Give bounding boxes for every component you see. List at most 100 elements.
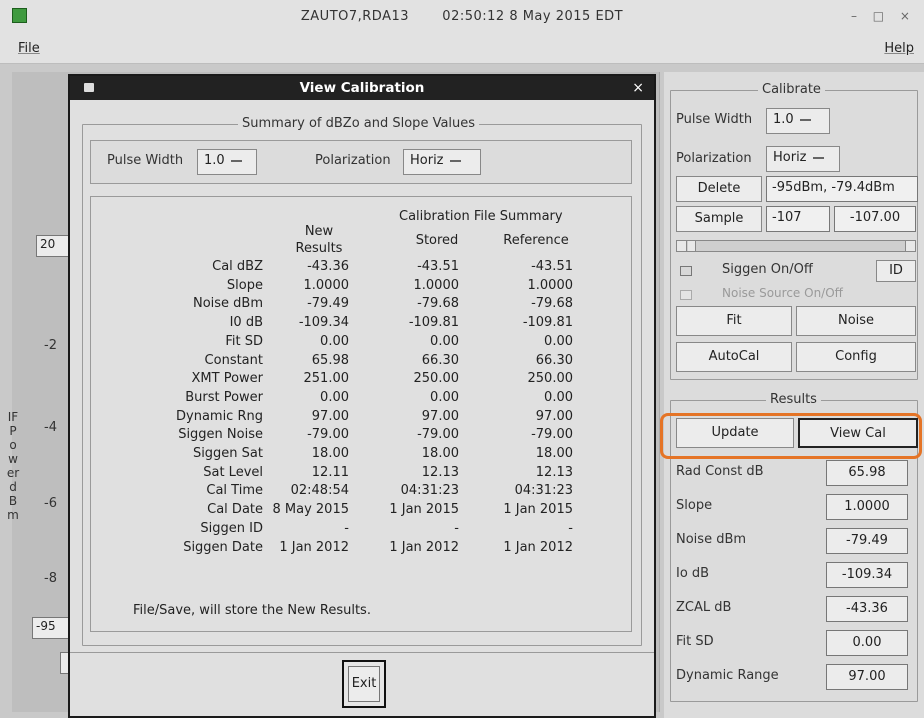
footer-note: File/Save, will store the New Results. (133, 603, 371, 618)
summary-header: Calibration File Summary (399, 209, 563, 224)
result-value: 1.0000 (826, 494, 908, 520)
row-stored-value: -109.81 (408, 315, 459, 331)
pulse-width-value: 1.0 (204, 153, 225, 168)
delete-button[interactable]: Delete (676, 176, 762, 202)
siggen-label: Siggen On/Off (722, 262, 813, 277)
row-new-value: 1.0000 (303, 277, 350, 293)
close-icon[interactable]: × (632, 80, 644, 96)
polarization-dropdown[interactable]: Horiz (403, 149, 481, 175)
result-label: Dynamic Range (676, 668, 779, 683)
row-new-value: -43.36 (307, 259, 349, 274)
sample-scrollbar[interactable] (676, 240, 916, 252)
menu-help[interactable]: Help (884, 41, 914, 56)
row-new-value: - (344, 520, 349, 536)
autocal-button[interactable]: AutoCal (676, 342, 792, 372)
cal-pulse-width-label: Pulse Width (676, 112, 753, 127)
cal-pulse-width-value: 1.0 (773, 112, 794, 127)
dialog-titlebar: View Calibration × (70, 76, 654, 100)
result-label: ZCAL dB (676, 600, 732, 615)
row-reference-value: 0.00 (544, 333, 573, 349)
row-reference-value: 12.13 (535, 464, 573, 480)
summary-group-label: Summary of dBZo and Slope Values (238, 116, 480, 131)
row-reference-value: - (568, 520, 573, 536)
cal-polarization-value: Horiz (773, 150, 807, 165)
sample-result-field[interactable]: -107.00 (834, 206, 916, 232)
result-value: 97.00 (826, 664, 908, 690)
exit-button-frame: Exit (342, 660, 386, 708)
dialog-separator (70, 652, 654, 653)
y-tick: -6 (44, 496, 57, 511)
row-label: I0 dB (229, 315, 263, 331)
row-new-value: 65.98 (311, 352, 349, 368)
row-label: Siggen ID (200, 520, 263, 536)
cal-polarization-dropdown[interactable]: Horiz (766, 146, 840, 172)
noise-source-label: Noise Source On/Off (722, 286, 843, 300)
row-stored-value: 12.13 (421, 464, 459, 480)
result-value: -109.34 (826, 562, 908, 588)
scroll-right-arrow-icon[interactable] (905, 241, 915, 251)
col-stored: Stored (415, 233, 459, 248)
results-group-label: Results (766, 392, 821, 407)
calibrate-group-label: Calibrate (758, 82, 825, 97)
buttons-highlight-outline (660, 413, 922, 459)
cal-polarization-label: Polarization (676, 151, 752, 166)
row-reference-value: 18.00 (535, 446, 573, 461)
window-title-name: ZAUTO7,RDA13 (300, 9, 410, 24)
row-label: Siggen Date (183, 539, 263, 555)
row-stored-value: 04:31:23 (400, 483, 459, 499)
y-axis-label: IF Power dBm (6, 410, 20, 522)
row-reference-value: 97.00 (535, 408, 573, 424)
y-tick: -2 (44, 338, 57, 353)
selector-panel: Pulse Width 1.0 Polarization Horiz (90, 140, 632, 184)
row-reference-value: -79.68 (531, 296, 573, 312)
row-reference-value: 0.00 (544, 389, 573, 405)
config-button[interactable]: Config (796, 342, 916, 372)
window-controls[interactable]: – □ × (851, 9, 916, 23)
cal-pulse-width-dropdown[interactable]: 1.0 (766, 108, 830, 134)
pulse-width-dropdown[interactable]: 1.0 (197, 149, 257, 175)
delete-value-field[interactable]: -95dBm, -79.4dBm (766, 176, 918, 202)
window-clock: 02:50:12 8 May 2015 EDT (442, 9, 624, 24)
sample-button[interactable]: Sample (676, 206, 762, 232)
result-value: 0.00 (826, 630, 908, 656)
row-new-value: -79.00 (307, 427, 349, 443)
row-reference-value: 04:31:23 (514, 483, 573, 499)
scroll-thumb[interactable] (688, 241, 696, 251)
row-stored-value: 97.00 (421, 408, 459, 424)
row-label: Dynamic Rng (176, 408, 263, 424)
siggen-checkbox[interactable] (680, 266, 692, 276)
dialog-title: View Calibration (299, 80, 425, 96)
row-label: Burst Power (185, 389, 263, 405)
row-new-value: -79.49 (307, 296, 349, 312)
row-new-value: 0.00 (320, 333, 349, 349)
scroll-left-arrow-icon[interactable] (677, 241, 687, 251)
result-label: Noise dBm (676, 532, 747, 547)
result-value: -79.49 (826, 528, 908, 554)
calibration-table: Calibration File Summary New Results Sto… (90, 196, 632, 632)
row-new-value: 12.11 (311, 464, 349, 480)
row-label: Cal dBZ (212, 259, 263, 274)
row-label: Sat Level (203, 464, 263, 480)
row-label: Noise dBm (192, 296, 263, 312)
exit-button[interactable]: Exit (348, 666, 380, 702)
row-stored-value: 1.0000 (413, 277, 460, 293)
row-label: Cal Time (206, 483, 263, 499)
row-new-value: 8 May 2015 (272, 502, 350, 518)
fit-button[interactable]: Fit (676, 306, 792, 336)
row-label: Fit SD (225, 333, 263, 349)
row-stored-value: 1 Jan 2015 (389, 502, 459, 518)
window-titlebar: ZAUTO7,RDA13 02:50:12 8 May 2015 EDT – □… (0, 0, 924, 34)
id-button[interactable]: ID (876, 260, 916, 282)
row-new-value: 0.00 (320, 389, 349, 405)
row-new-value: 97.00 (311, 408, 349, 424)
sample-value-field[interactable]: -107 (766, 206, 830, 232)
row-stored-value: -79.00 (417, 427, 459, 443)
row-stored-value: 1 Jan 2012 (389, 539, 459, 555)
menu-file[interactable]: File (18, 41, 40, 56)
row-label: Constant (204, 352, 263, 368)
noise-button[interactable]: Noise (796, 306, 916, 336)
row-new-value: -109.34 (298, 315, 349, 331)
result-value: -43.36 (826, 596, 908, 622)
row-reference-value: 66.30 (535, 352, 573, 368)
row-stored-value: 0.00 (430, 389, 459, 405)
